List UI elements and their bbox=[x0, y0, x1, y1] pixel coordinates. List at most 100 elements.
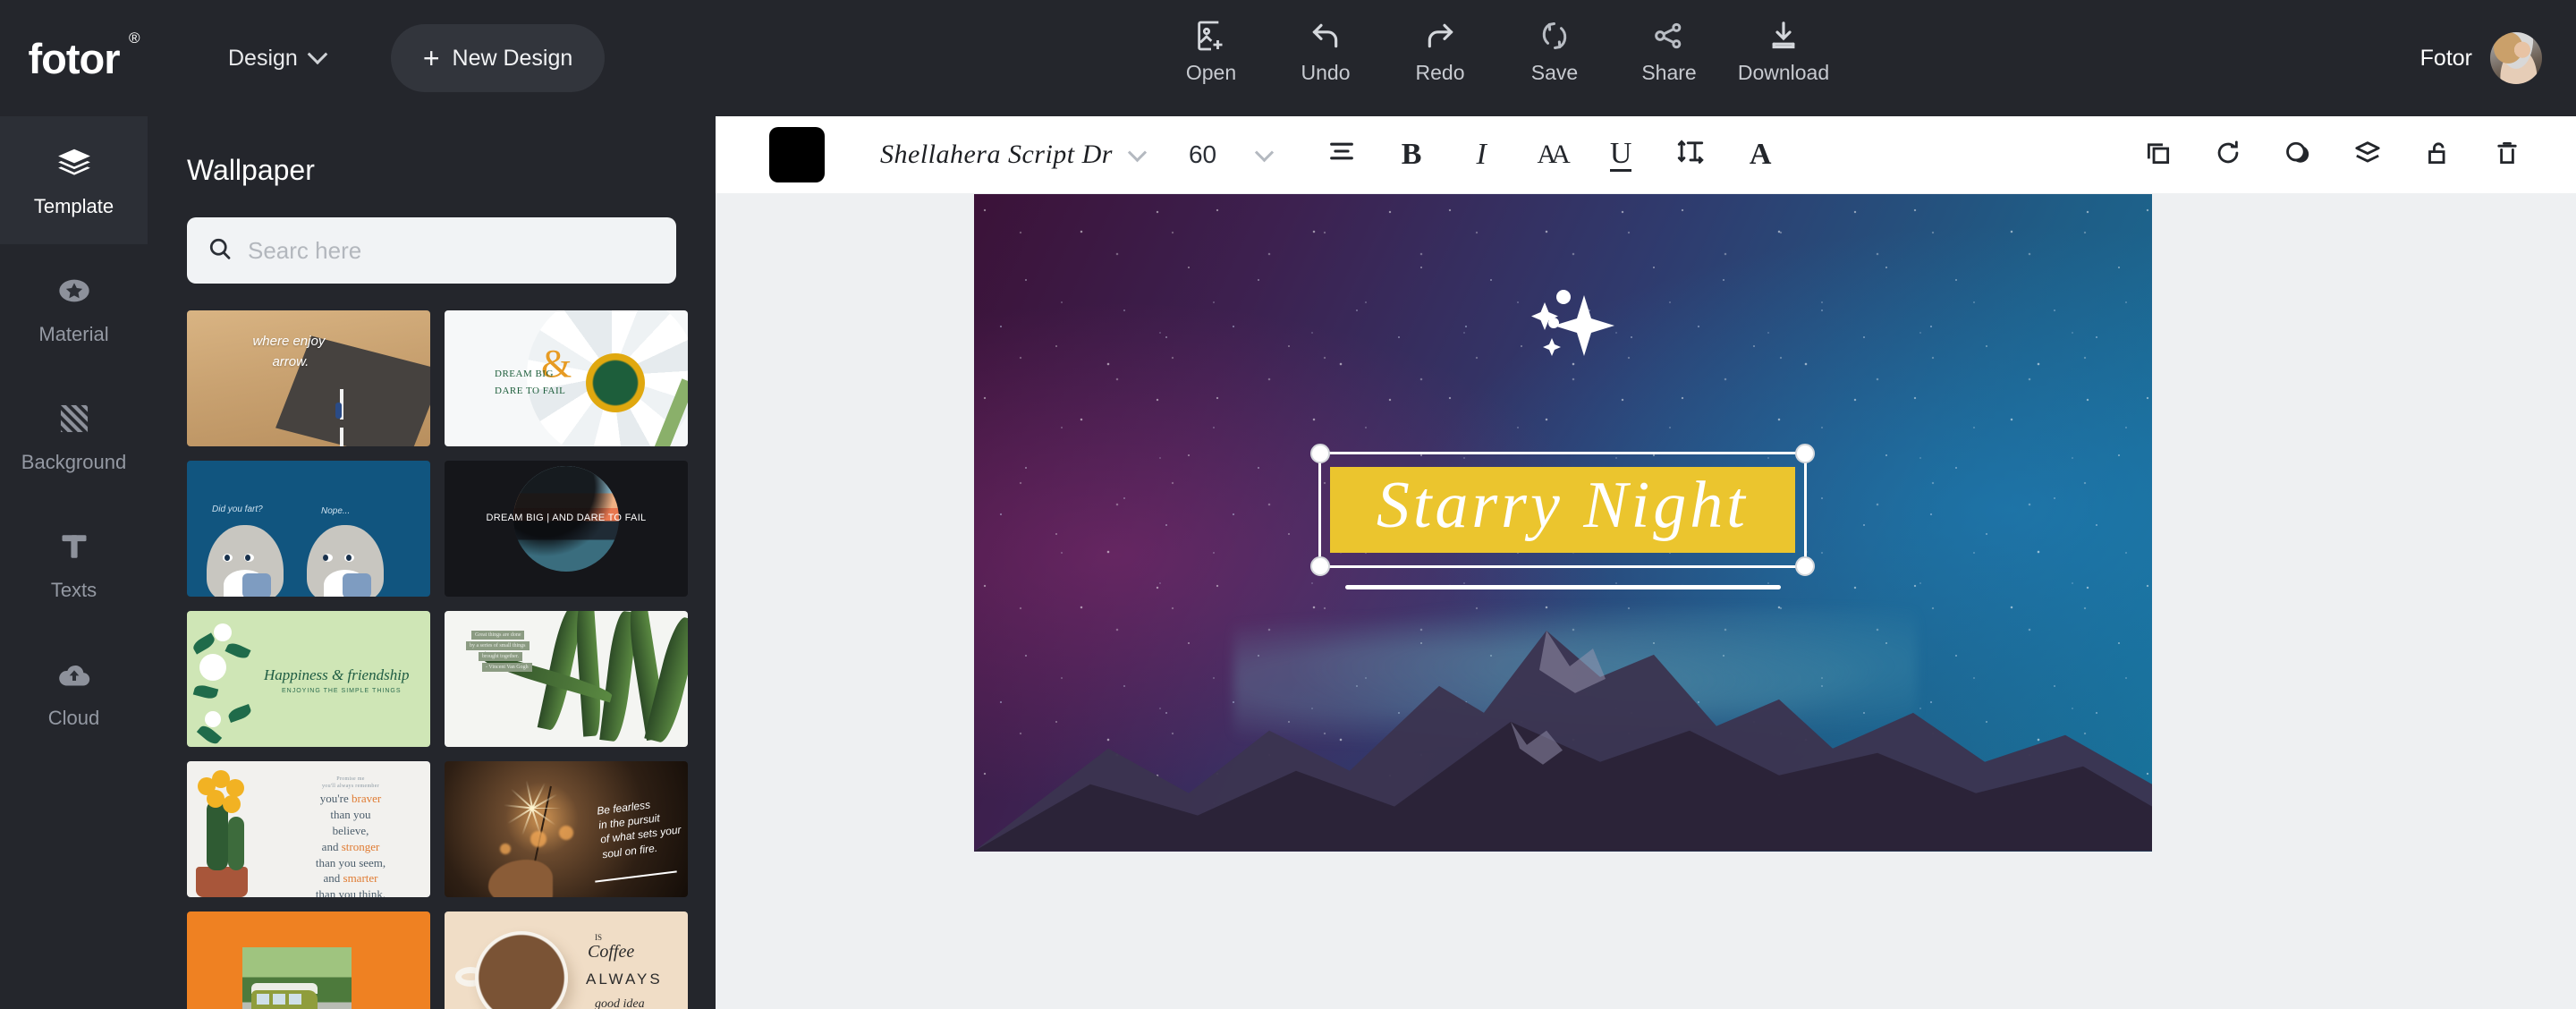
sidebar-item-material[interactable]: Material bbox=[0, 244, 148, 372]
fotor-editor-window: fotor ® Design + New Design Open Undo Re… bbox=[0, 0, 2576, 1009]
editor-area: Shellahera Script Dr 60 B I AA U A Starr… bbox=[716, 116, 2576, 1009]
lock-icon bbox=[2422, 138, 2453, 173]
panel-title: Wallpaper bbox=[187, 154, 315, 186]
avatar[interactable] bbox=[2490, 32, 2542, 84]
search-placeholder: Searc here bbox=[248, 236, 362, 264]
text-color-swatch[interactable] bbox=[769, 127, 825, 182]
font-family-select[interactable]: Shellahera Script Dr bbox=[880, 140, 1148, 170]
template-thumb-desert-road[interactable]: where enjoy arrow. bbox=[187, 310, 430, 446]
thumb-text: you'll always remember bbox=[322, 784, 379, 790]
sidebar-item-template[interactable]: Template bbox=[0, 116, 148, 244]
thumb-text: arrow. bbox=[272, 353, 309, 369]
search-input[interactable]: Searc here bbox=[187, 217, 676, 284]
thumb-text: ENJOYING THE SIMPLE THINGS bbox=[282, 688, 402, 694]
redo-label: Redo bbox=[1415, 61, 1465, 84]
thumb-text: ALWAYS bbox=[586, 971, 663, 988]
template-thumb-orange-van[interactable] bbox=[187, 911, 430, 1009]
layers-icon bbox=[2352, 138, 2383, 173]
letter-t-icon bbox=[58, 527, 90, 566]
opacity-button[interactable] bbox=[2263, 120, 2333, 190]
text-element-banner[interactable]: Starry Night bbox=[1329, 467, 1795, 553]
letter-case-icon: AA bbox=[1537, 140, 1570, 169]
sidebar-item-cloud[interactable]: Cloud bbox=[0, 628, 148, 756]
chevron-down-icon bbox=[1255, 142, 1275, 162]
undo-label: Undo bbox=[1301, 61, 1351, 84]
sidebar-item-texts[interactable]: Texts bbox=[0, 500, 148, 628]
save-refresh-icon bbox=[1537, 18, 1572, 54]
thumb-text: than you seem, bbox=[315, 855, 386, 869]
bold-button[interactable]: B bbox=[1377, 120, 1446, 190]
design-menu-label: Design bbox=[228, 45, 298, 71]
open-button[interactable]: Open bbox=[1154, 7, 1268, 85]
download-button[interactable]: Download bbox=[1726, 7, 1841, 85]
underline-icon: U bbox=[1609, 137, 1632, 173]
sidebar-item-label: Material bbox=[38, 322, 109, 345]
template-thumb-cactus-quote[interactable]: Promise me you'll always remember you're… bbox=[187, 761, 430, 897]
thumb-text: Did you fart? bbox=[212, 504, 263, 514]
format-button-group: B I AA U A bbox=[1307, 120, 1795, 190]
share-nodes-icon bbox=[1651, 18, 1687, 54]
bold-icon: B bbox=[1401, 138, 1422, 171]
letter-case-button[interactable]: AA bbox=[1516, 120, 1586, 190]
share-label: Share bbox=[1641, 61, 1697, 84]
cloud-upload-icon bbox=[56, 655, 92, 694]
left-rail: Template Material Background Texts Cloud bbox=[0, 116, 148, 1009]
thumb-text: Nope... bbox=[321, 506, 351, 516]
template-thumb-moon-reflection[interactable]: DREAM BIG | AND DARE TO FAIL bbox=[445, 461, 688, 597]
delete-button[interactable] bbox=[2472, 120, 2542, 190]
rotate-button[interactable] bbox=[2193, 120, 2263, 190]
brush-underline-decoration bbox=[1344, 585, 1782, 590]
sidebar-item-background[interactable]: Background bbox=[0, 372, 148, 500]
align-button[interactable] bbox=[1307, 120, 1377, 190]
share-button[interactable]: Share bbox=[1612, 7, 1726, 85]
thumb-text: DARE TO FAIL bbox=[495, 385, 566, 396]
template-thumb-white-flower[interactable]: & DREAM BIG DARE TO FAIL bbox=[445, 310, 688, 446]
new-design-label: New Design bbox=[452, 45, 573, 71]
chevron-down-icon bbox=[307, 44, 328, 65]
font-size-select[interactable]: 60 bbox=[1189, 140, 1275, 169]
lock-button[interactable] bbox=[2402, 120, 2472, 190]
underline-button[interactable]: U bbox=[1586, 120, 1656, 190]
thumb-text: Great things are done bbox=[471, 631, 525, 640]
font-family-value: Shellahera Script Dr bbox=[880, 140, 1113, 169]
thumb-text: DREAM BIG | AND DARE TO FAIL bbox=[486, 513, 647, 523]
line-spacing-button[interactable] bbox=[1656, 120, 1725, 190]
italic-button[interactable]: I bbox=[1446, 120, 1516, 190]
redo-button[interactable]: Redo bbox=[1383, 7, 1497, 85]
canvas-workspace[interactable]: Starry Night bbox=[716, 193, 2576, 1009]
thumb-text: brought together. bbox=[479, 652, 522, 661]
duplicate-icon bbox=[2143, 138, 2174, 173]
thumb-text: Happiness & friendship bbox=[264, 666, 410, 683]
layers-stack-icon bbox=[55, 143, 93, 182]
italic-icon: I bbox=[1476, 138, 1487, 171]
open-label: Open bbox=[1185, 61, 1237, 84]
user-account[interactable]: Fotor bbox=[2420, 0, 2542, 116]
thumb-text: good idea bbox=[595, 997, 645, 1009]
brand-logo[interactable]: fotor ® bbox=[0, 30, 148, 80]
template-grid: where enjoy arrow. & DREAM BIG DARE TO F… bbox=[187, 310, 688, 1009]
template-thumb-blue-cats[interactable]: Did you fart? Nope... bbox=[187, 461, 430, 597]
undo-button[interactable]: Undo bbox=[1268, 7, 1383, 85]
thumb-text: and bbox=[323, 871, 343, 886]
thumb-text: IS bbox=[595, 933, 603, 942]
text-effect-button[interactable]: A bbox=[1725, 120, 1795, 190]
save-label: Save bbox=[1530, 61, 1579, 84]
workspace: Template Material Background Texts Cloud… bbox=[0, 116, 2576, 1009]
download-label: Download bbox=[1737, 61, 1830, 84]
thumb-text: and bbox=[321, 839, 342, 853]
thumb-text: Coffee bbox=[588, 942, 635, 962]
thumb-text: Promise me bbox=[336, 776, 365, 782]
object-action-group bbox=[2123, 116, 2542, 193]
duplicate-button[interactable] bbox=[2123, 120, 2193, 190]
thumb-text: by a series of small things bbox=[466, 641, 530, 650]
template-thumb-green-floral[interactable]: Happiness & friendship ENJOYING THE SIMP… bbox=[187, 611, 430, 747]
sidebar-item-label: Background bbox=[21, 450, 127, 473]
new-design-button[interactable]: + New Design bbox=[390, 24, 606, 92]
layers-button[interactable] bbox=[2333, 120, 2402, 190]
template-thumb-coffee[interactable]: IS Coffee ALWAYS good idea bbox=[445, 911, 688, 1009]
template-thumb-sparkler[interactable]: Be fearless in the pursuit of what sets … bbox=[445, 761, 688, 897]
template-thumb-green-leaves[interactable]: Great things are done by a series of sma… bbox=[445, 611, 688, 747]
design-menu[interactable]: Design bbox=[228, 44, 328, 72]
save-button[interactable]: Save bbox=[1497, 7, 1612, 85]
design-canvas[interactable]: Starry Night bbox=[974, 194, 2152, 852]
